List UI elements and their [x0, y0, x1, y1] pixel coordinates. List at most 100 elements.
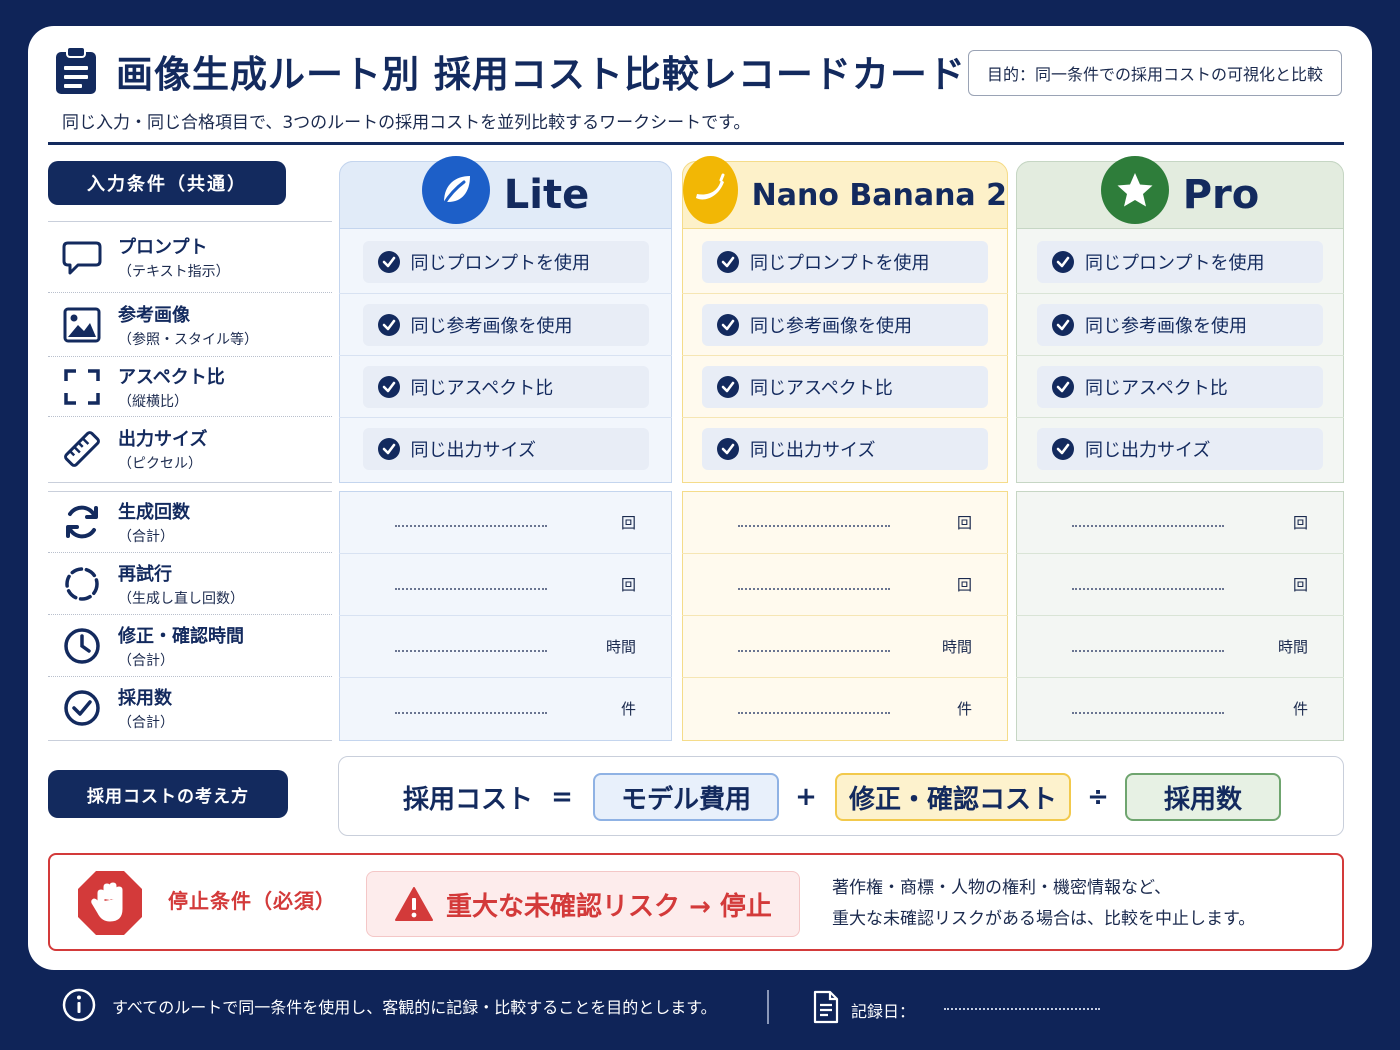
check-label: 同じ出力サイズ [410, 439, 536, 461]
check-item: 同じプロンプトを使用 [682, 231, 1008, 293]
stop-alert: 重大な未確認リスク → 停止 [366, 871, 800, 937]
metric-input-adopted-count[interactable]: 件 [682, 677, 1008, 739]
metric-input-review-time[interactable]: 時間 [682, 615, 1008, 677]
input-row-sub: （ピクセル） [118, 456, 202, 472]
purpose-box: 目的：同一条件での採用コストの可視化と比較 [968, 50, 1342, 96]
metric-row-generation-count: 生成回数 （合計） [48, 492, 332, 553]
metric-unit: 時間 [1277, 638, 1308, 656]
footer-note: すべてのルートで同一条件を使用し、客観的に記録・比較することを目的とします。 [112, 998, 717, 1017]
formula-equals: = [551, 782, 573, 812]
check-icon [377, 437, 400, 460]
record-date-label: 記録日： [851, 1002, 916, 1021]
metric-input-adopted-count[interactable]: 件 [1016, 677, 1344, 739]
metric-input-generation-count[interactable]: 回 [339, 491, 672, 553]
metric-input-generation-count[interactable]: 回 [682, 491, 1008, 553]
metric-unit: 回 [956, 513, 972, 532]
check-item: 同じ参考画像を使用 [1016, 293, 1344, 355]
check-label: 同じアスペクト比 [750, 377, 893, 399]
stop-hand-icon [76, 869, 144, 941]
warning-icon [395, 887, 434, 921]
metric-row-adopted-count: 採用数 （合計） [48, 677, 332, 739]
check-icon [1052, 375, 1074, 398]
formula-divide: ÷ [1087, 782, 1109, 812]
check-item: 同じ参考画像を使用 [339, 293, 672, 355]
check-label: 同じ出力サイズ [750, 439, 876, 461]
check-label: 同じプロンプトを使用 [1085, 253, 1265, 274]
metric-unit: 件 [620, 700, 636, 718]
metric-input-retry[interactable]: 回 [1016, 553, 1344, 615]
metric-list: 生成回数 （合計） 再試行 （生成し直し回数） 修正・確認時間 （合計） 採用数 （合計… [48, 491, 332, 741]
check-icon [717, 313, 739, 336]
input-row-aspect-ratio: アスペクト比 （縦横比） [48, 357, 332, 417]
metric-unit: 件 [956, 700, 972, 718]
input-row-sub: （テキスト指示） [118, 264, 230, 280]
metric-input-retry[interactable]: 回 [339, 553, 672, 615]
route-column-nano-banana-2: Nano Banana 2 同じプロンプトを使用 同じ参考画像を使用 同じアスペ… [682, 156, 1008, 741]
metric-input-review-time[interactable]: 時間 [1016, 615, 1344, 677]
stop-condition-box: 停止条件（必須） 重大な未確認リスク → 停止 著作権・商標・人物の権利・機密情… [48, 853, 1344, 951]
check-label: 同じアスペクト比 [1085, 377, 1228, 399]
input-row-title: 出力サイズ [118, 429, 208, 450]
check-item: 同じアスペクト比 [682, 355, 1008, 417]
route-column-pro: Pro 同じプロンプトを使用 同じ参考画像を使用 同じアスペクト比 同じ出力サイ… [1016, 156, 1344, 741]
metric-input-generation-count[interactable]: 回 [1016, 491, 1344, 553]
formula-lhs: 採用コスト [402, 784, 533, 815]
input-row-title: アスペクト比 [118, 366, 225, 388]
check-item: 同じプロンプトを使用 [1016, 231, 1344, 293]
footer-divider [767, 990, 769, 1024]
check-icon [717, 437, 739, 460]
formula-term-model-cost: モデル費用 [593, 773, 779, 821]
record-date-field[interactable] [944, 1008, 1100, 1010]
metric-row-sub: （生成し直し回数） [118, 590, 244, 607]
metric-row-sub: （合計） [118, 715, 174, 731]
route-header: Lite [339, 156, 672, 229]
check-icon [377, 251, 400, 273]
check-label: 同じ参考画像を使用 [750, 315, 912, 337]
check-label: 同じアスペクト比 [410, 377, 554, 399]
route-header: Nano Banana 2 [682, 156, 1008, 229]
route-column-lite: Lite 同じプロンプトを使用 同じ参考画像を使用 同じアスペクト比 同じ出力サ… [339, 156, 672, 741]
route-name: Lite [503, 172, 590, 218]
metric-row-title: 再試行 [118, 563, 172, 585]
metric-row-review-time: 修正・確認時間 （合計） [48, 615, 332, 677]
check-item: 同じアスペクト比 [1016, 355, 1344, 417]
metric-row-title: 修正・確認時間 [118, 625, 244, 647]
metric-unit: 回 [1292, 576, 1308, 594]
check-label: 同じ参考画像を使用 [1085, 315, 1247, 337]
check-icon [377, 375, 400, 398]
metric-unit: 回 [620, 513, 636, 532]
stop-note-line: 著作権・商標・人物の権利・機密情報など、 [832, 878, 1172, 898]
cost-formula: 採用コスト = モデル費用 + 修正・確認コスト ÷ 採用数 [338, 756, 1344, 836]
metric-input-retry[interactable]: 回 [682, 553, 1008, 615]
route-name: Pro [1182, 172, 1260, 218]
check-item: 同じ参考画像を使用 [682, 293, 1008, 355]
metric-row-retry: 再試行 （生成し直し回数） [48, 553, 332, 615]
input-conditions-label: 入力条件（共通） [48, 161, 286, 205]
input-row-title: 参考画像 [118, 304, 190, 326]
banana-icon [683, 156, 738, 224]
check-icon [377, 313, 400, 336]
route-name: Nano Banana 2 [751, 177, 1007, 213]
check-label: 同じ出力サイズ [1085, 439, 1211, 461]
stop-alert-text: 重大な未確認リスク → 停止 [446, 891, 772, 922]
metric-row-sub: （合計） [118, 652, 174, 669]
input-row-sub: （参照・スタイル等） [118, 331, 258, 348]
check-label: 同じプロンプトを使用 [750, 253, 930, 274]
metric-row-title: 生成回数 [118, 502, 190, 523]
stop-note: 著作権・商標・人物の権利・機密情報など、 重大な未確認リスクがある場合は、比較を… [832, 873, 1255, 935]
clipboard-icon [54, 46, 98, 96]
formula-plus: + [795, 782, 817, 812]
check-item: 同じアスペクト比 [339, 355, 672, 417]
metric-unit: 時間 [941, 638, 972, 656]
metric-unit: 回 [956, 576, 972, 594]
metric-row-title: 採用数 [118, 688, 172, 709]
refresh-icon [60, 500, 104, 544]
metric-input-review-time[interactable]: 時間 [339, 615, 672, 677]
document-icon [812, 990, 840, 1028]
input-row-reference-image: 参考画像 （参照・スタイル等） [48, 293, 332, 357]
route-header: Pro [1016, 156, 1344, 229]
metric-input-adopted-count[interactable]: 件 [339, 677, 672, 739]
leaf-icon [421, 156, 490, 224]
check-icon [1052, 313, 1074, 336]
clock-icon [60, 624, 104, 668]
